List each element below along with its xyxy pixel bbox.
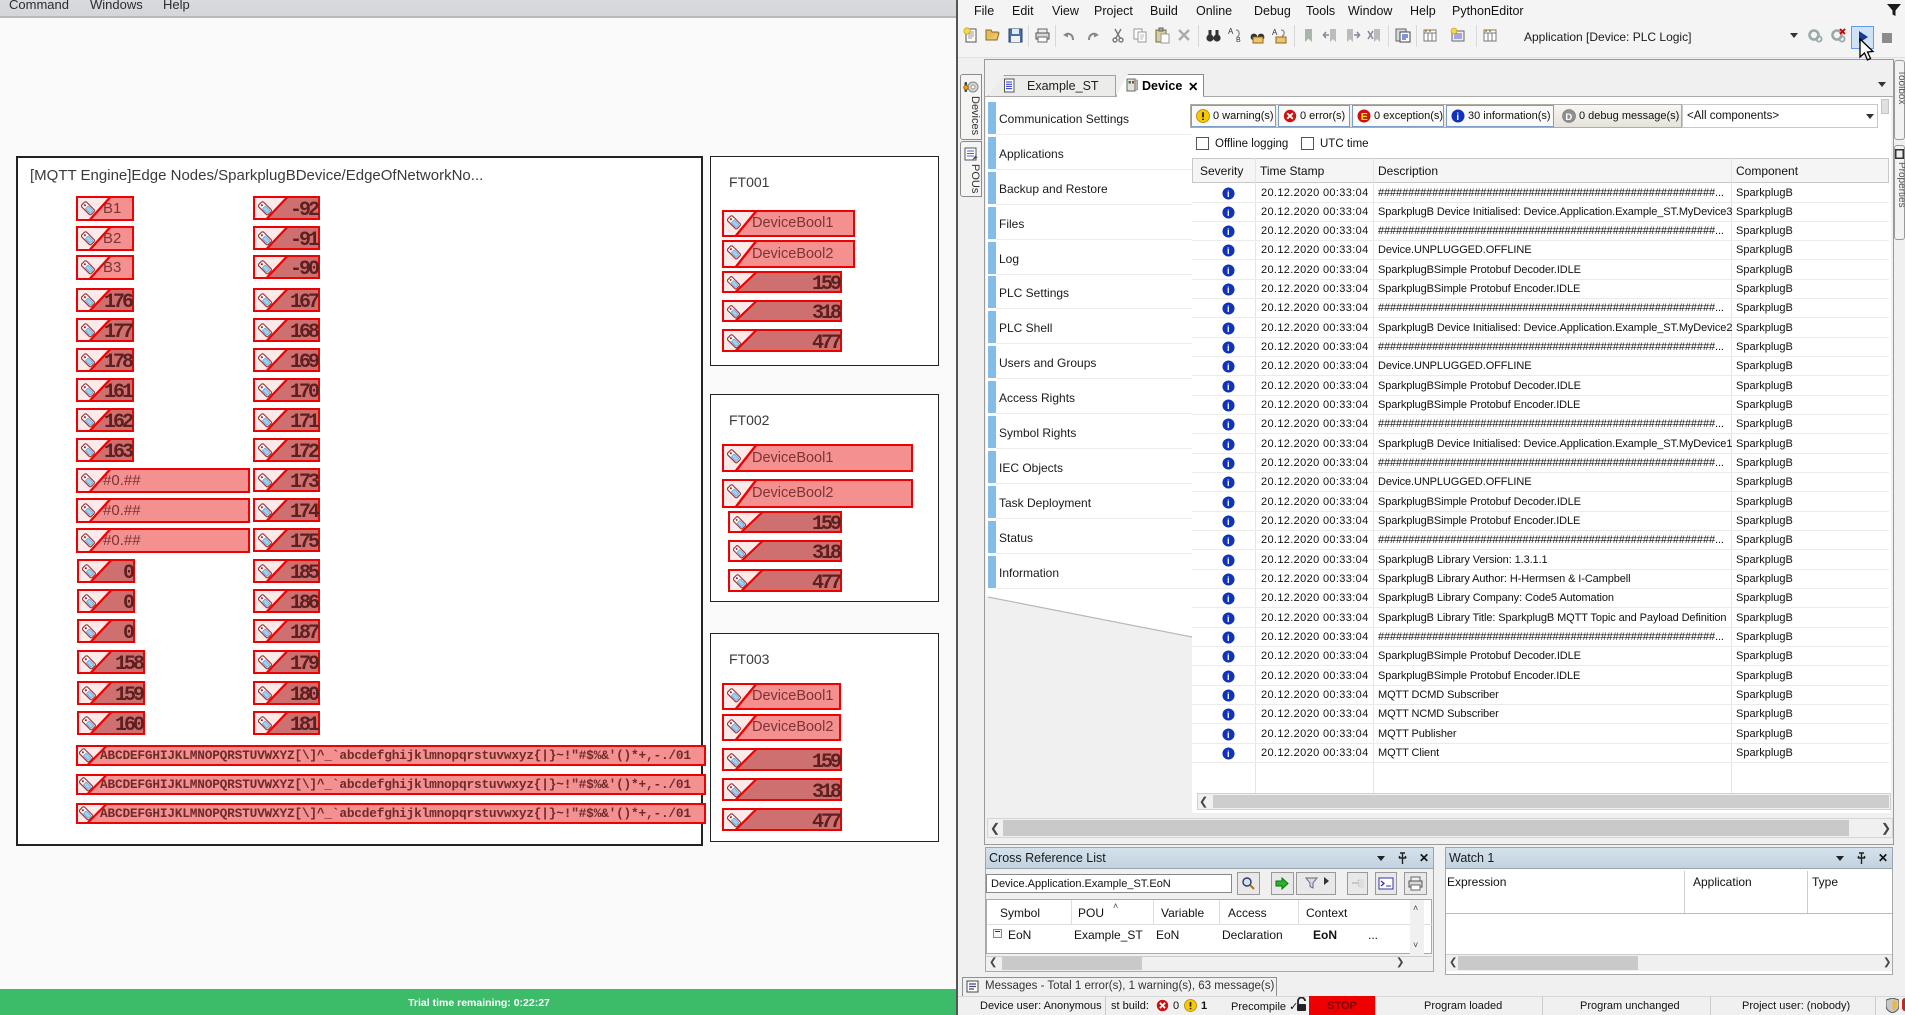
svg-text:A: A xyxy=(1228,27,1234,36)
svg-text:D: D xyxy=(1565,112,1572,123)
svg-text:i: i xyxy=(1227,614,1230,624)
svg-text:i: i xyxy=(1227,498,1230,508)
svg-text:i: i xyxy=(1227,672,1230,682)
svg-text:i: i xyxy=(1227,536,1230,546)
svg-text:i: i xyxy=(1227,710,1230,720)
svg-text:i: i xyxy=(1227,517,1230,527)
svg-text:i: i xyxy=(1227,304,1230,314)
svg-text:i: i xyxy=(1227,730,1230,740)
svg-text:i: i xyxy=(1227,401,1230,411)
svg-text:i: i xyxy=(1227,440,1230,450)
svg-text:i: i xyxy=(1227,324,1230,334)
svg-text:E: E xyxy=(1361,111,1368,123)
svg-text:i: i xyxy=(1227,362,1230,372)
svg-text:i: i xyxy=(1227,575,1230,585)
svg-text:i: i xyxy=(1456,112,1459,123)
svg-text:i: i xyxy=(1227,594,1230,604)
svg-text:i: i xyxy=(1227,459,1230,469)
svg-text:i: i xyxy=(1227,749,1230,759)
svg-text:i: i xyxy=(1227,227,1230,237)
svg-text:i: i xyxy=(1227,652,1230,662)
svg-text:i: i xyxy=(1227,420,1230,430)
svg-text:i: i xyxy=(1227,556,1230,566)
svg-text:i: i xyxy=(1227,633,1230,643)
svg-text:i: i xyxy=(1227,691,1230,701)
svg-text:i: i xyxy=(1227,285,1230,295)
svg-text:i: i xyxy=(1227,478,1230,488)
svg-text:i: i xyxy=(1227,246,1230,256)
svg-text:i: i xyxy=(1227,189,1230,199)
svg-text:A: A xyxy=(1272,28,1278,37)
svg-text:i: i xyxy=(1227,266,1230,276)
svg-text:i: i xyxy=(1227,382,1230,392)
svg-text:i: i xyxy=(1227,208,1230,218)
svg-text:B: B xyxy=(1236,37,1241,44)
svg-text:i: i xyxy=(1227,343,1230,353)
